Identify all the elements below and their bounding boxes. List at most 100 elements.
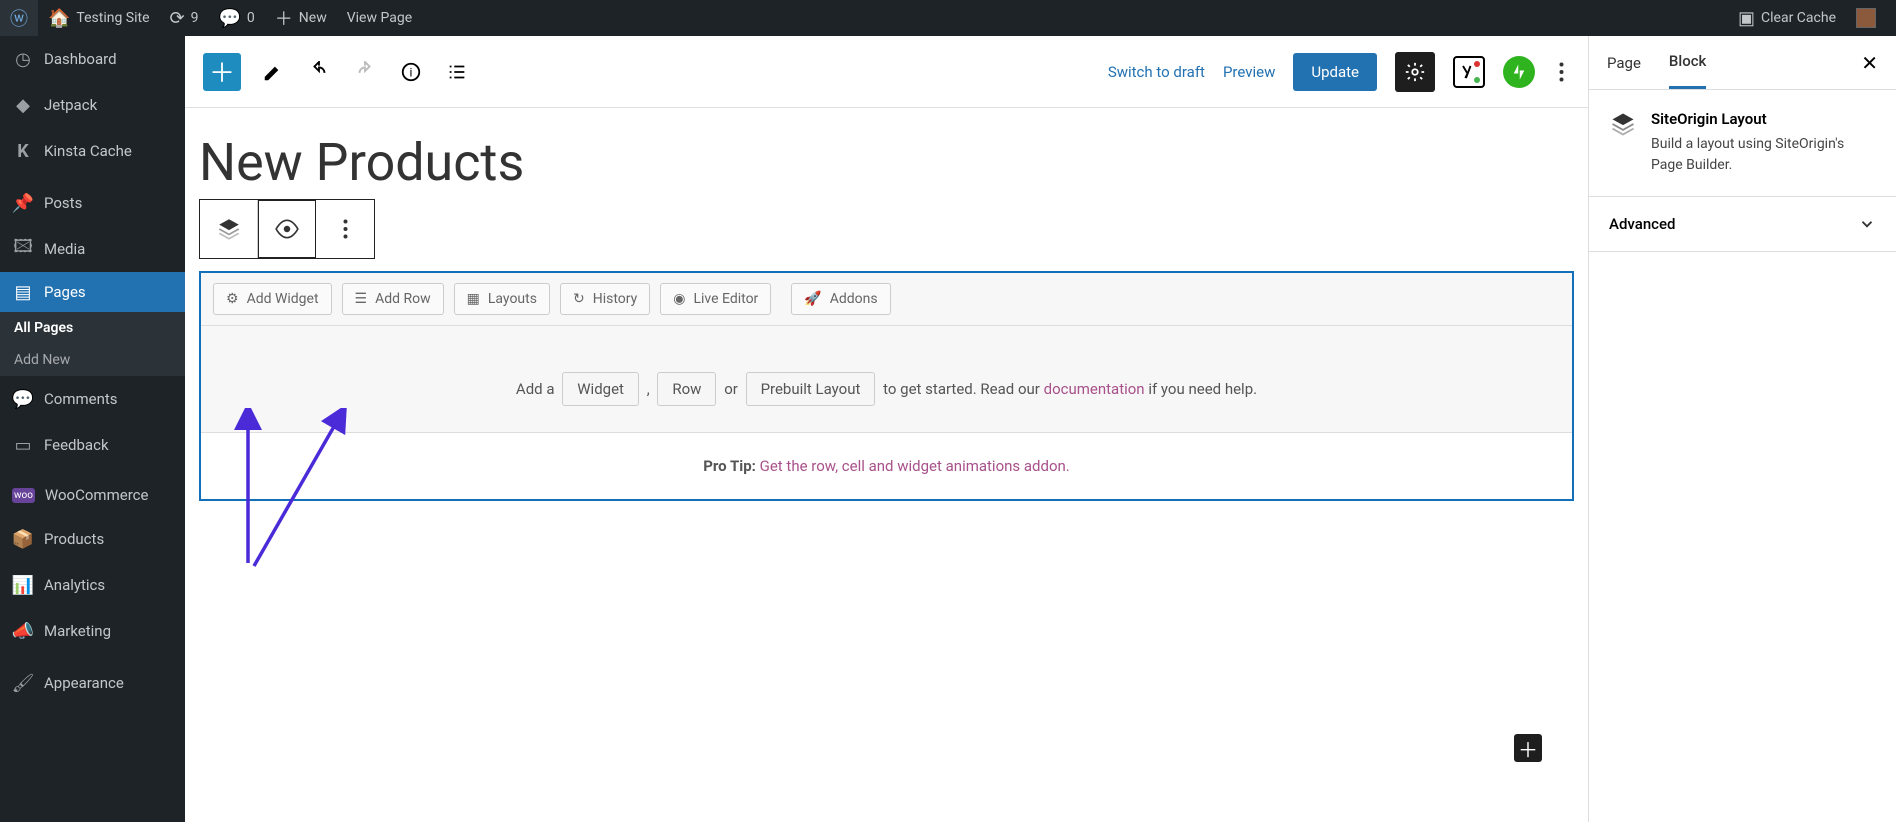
siteorigin-panel: ⚙Add Widget ☰Add Row ▦Layouts ↻History ◉… [199,271,1574,501]
close-inspector[interactable]: ✕ [1861,51,1878,75]
svg-text:i: i [410,65,413,79]
user-account[interactable] [1846,0,1886,36]
dashboard-icon: ◷ [12,48,34,70]
refresh-icon: ⟳ [170,8,185,29]
menu-kinsta[interactable]: KKinsta Cache [0,128,185,174]
chevron-down-icon [1858,215,1876,233]
edit-mode-icon[interactable] [259,58,287,86]
menu-comments[interactable]: 💬Comments [0,376,185,422]
block-type-icon[interactable] [200,200,258,258]
page-title[interactable]: New Products [199,132,1574,193]
block-desc: Build a layout using SiteOrigin's Page B… [1651,134,1876,176]
products-icon: 📦 [12,528,34,550]
plus-icon: ＋ [275,5,293,31]
menu-marketing[interactable]: 📣Marketing [0,608,185,654]
editor: ＋ i Switch to draft Preview Update New P… [185,36,1896,822]
outline-button[interactable] [443,58,471,86]
preview-button[interactable]: Preview [1223,63,1275,81]
cache-icon: ▣ [1738,8,1755,29]
menu-products[interactable]: 📦Products [0,516,185,562]
submenu-add-new[interactable]: Add New [0,344,185,376]
tab-page[interactable]: Page [1607,38,1641,88]
so-tip: Pro Tip: Get the row, cell and widget an… [201,433,1572,499]
so-live-editor[interactable]: ◉Live Editor [660,283,771,315]
so-addons[interactable]: 🚀Addons [791,283,890,315]
so-history[interactable]: ↻History [560,283,650,315]
so-tip-link[interactable]: Get the row, cell and widget animations … [760,457,1070,475]
settings-button[interactable] [1395,52,1435,92]
block-info: SiteOrigin Layout Build a layout using S… [1589,90,1896,197]
eye-icon: ◉ [673,291,685,307]
menu-analytics[interactable]: 📊Analytics [0,562,185,608]
pages-submenu: All Pages Add New [0,312,185,376]
pages-icon: ▤ [12,281,34,303]
so-chip-prebuilt[interactable]: Prebuilt Layout [746,372,876,406]
kinsta-icon: K [12,140,34,162]
clear-cache[interactable]: ▣Clear Cache [1728,0,1846,36]
media-icon: 🖾 [12,238,34,260]
history-icon: ↻ [573,291,585,307]
layers-icon [1609,110,1637,138]
so-chip-row[interactable]: Row [657,372,716,406]
editor-canvas[interactable]: New Products ⚙Add Widget ☰Add Row ▦Layou… [185,108,1588,822]
add-block-fab[interactable]: ＋ [1514,734,1542,762]
pin-icon: 📌 [12,192,34,214]
analytics-icon: 📊 [12,574,34,596]
yoast-button[interactable] [1453,56,1485,88]
so-add-widget[interactable]: ⚙Add Widget [213,283,332,315]
menu-pages[interactable]: ▤Pages [0,272,185,312]
add-block-button[interactable]: ＋ [203,53,241,91]
inspector-tabs: Page Block ✕ [1589,36,1896,90]
comments-count[interactable]: 💬0 [209,0,265,36]
avatar [1856,8,1876,28]
menu-posts[interactable]: 📌Posts [0,180,185,226]
switch-to-draft[interactable]: Switch to draft [1108,63,1205,81]
menu-media[interactable]: 🖾Media [0,226,185,272]
view-page[interactable]: View Page [337,0,422,36]
undo-button[interactable] [305,58,333,86]
layout-icon: ▦ [467,291,480,307]
advanced-section[interactable]: Advanced [1589,197,1896,252]
jetpack-icon: ◆ [12,94,34,116]
admin-bar: ⓦ 🏠Testing Site ⟳9 💬0 ＋New View Page ▣Cl… [0,0,1896,36]
so-doc-link[interactable]: documentation [1044,380,1145,398]
block-more[interactable] [316,200,374,258]
editor-topbar: ＋ i Switch to draft Preview Update [185,36,1588,108]
gear-icon: ⚙ [226,291,239,307]
preview-toggle[interactable] [258,200,316,258]
menu-dashboard[interactable]: ◷Dashboard [0,36,185,82]
admin-sidebar: ◷Dashboard ◆Jetpack KKinsta Cache 📌Posts… [0,36,185,822]
menu-jetpack[interactable]: ◆Jetpack [0,82,185,128]
jetpack-button[interactable] [1503,56,1535,88]
so-toolbar: ⚙Add Widget ☰Add Row ▦Layouts ↻History ◉… [201,273,1572,326]
update-button[interactable]: Update [1293,53,1377,91]
so-layouts[interactable]: ▦Layouts [454,283,550,315]
menu-woocommerce[interactable]: wooWooCommerce [0,474,185,516]
updates[interactable]: ⟳9 [160,0,209,36]
so-body: Add a Widget , Row or Prebuilt Layout to… [201,326,1572,433]
menu-feedback[interactable]: ▭Feedback [0,422,185,468]
submenu-all-pages[interactable]: All Pages [0,312,185,344]
info-button[interactable]: i [397,58,425,86]
rows-icon: ☰ [355,291,368,307]
wp-logo[interactable]: ⓦ [0,0,38,36]
block-title: SiteOrigin Layout [1651,110,1876,128]
menu-appearance[interactable]: 🖌Appearance [0,660,185,706]
so-chip-widget[interactable]: Widget [562,372,639,406]
comment-icon: 💬 [219,8,241,29]
tab-block[interactable]: Block [1669,36,1706,89]
redo-button[interactable] [351,58,379,86]
comment-icon: 💬 [12,388,34,410]
feedback-icon: ▭ [12,434,34,456]
so-add-row[interactable]: ☰Add Row [342,283,444,315]
rocket-icon: 🚀 [804,291,821,307]
brush-icon: 🖌 [12,672,34,694]
more-options[interactable] [1553,56,1570,88]
inspector-panel: Page Block ✕ SiteOrigin Layout Build a l… [1588,36,1896,822]
woo-icon: woo [12,488,35,503]
site-name[interactable]: 🏠Testing Site [38,0,160,36]
megaphone-icon: 📣 [12,620,34,642]
editor-main: ＋ i Switch to draft Preview Update New P… [185,36,1588,822]
new-content[interactable]: ＋New [265,0,337,36]
home-icon: 🏠 [48,8,70,29]
